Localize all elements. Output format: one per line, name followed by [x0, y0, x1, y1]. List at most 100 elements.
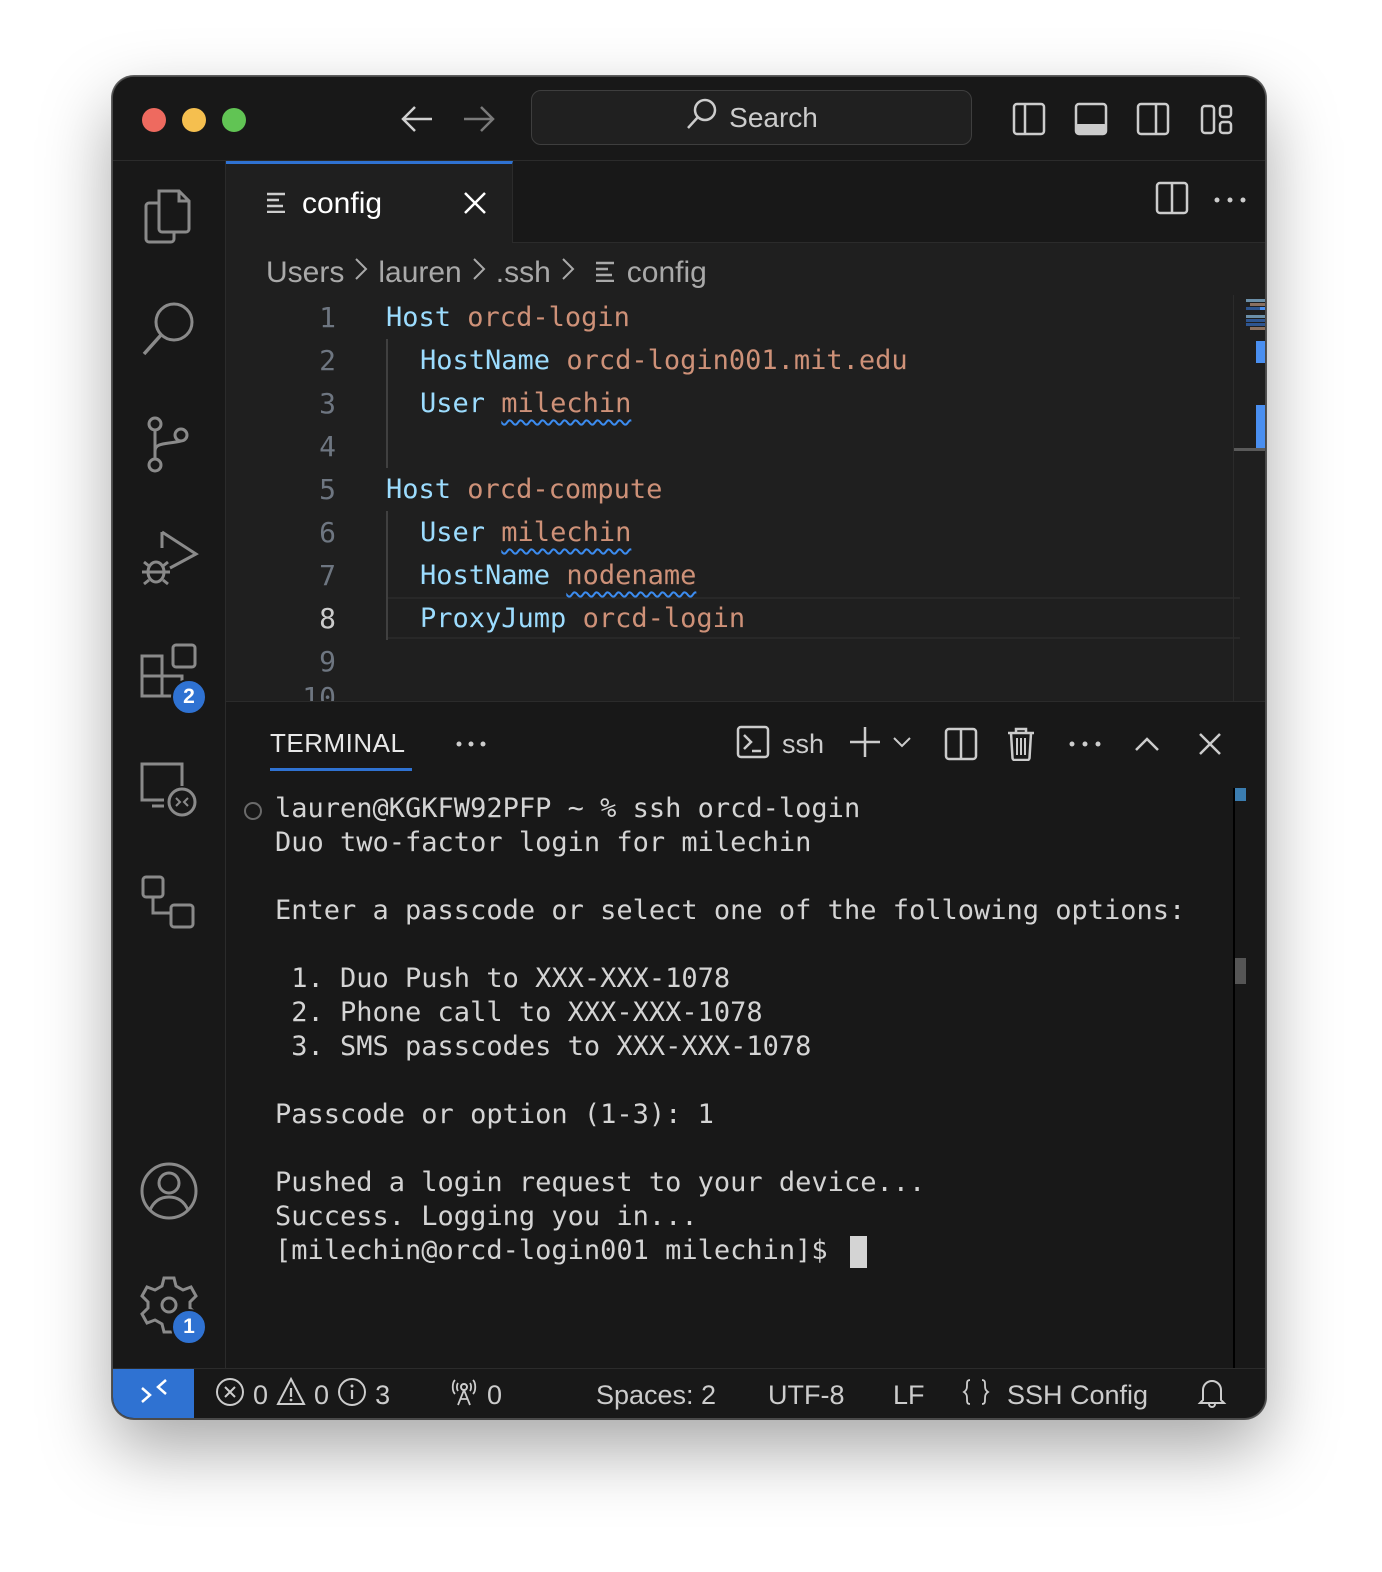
split-terminal-icon[interactable]	[944, 722, 978, 766]
command-center-search[interactable]: Search	[531, 90, 972, 145]
terminal-icon	[736, 725, 770, 764]
line-number: 8	[319, 602, 336, 635]
remote-explorer-icon	[138, 758, 200, 825]
more-actions-icon[interactable]	[1213, 192, 1247, 210]
activity-remote-explorer[interactable]	[133, 755, 205, 827]
line-number: 4	[319, 430, 336, 463]
trash-icon[interactable]	[1006, 722, 1036, 766]
indentation-indicator[interactable]: Spaces: 2	[596, 1369, 716, 1418]
eol-indicator[interactable]: LF	[893, 1369, 925, 1418]
terminal-line: [milechin@orcd-login001 milechin]$	[275, 1234, 867, 1268]
tab-terminal[interactable]: TERMINAL	[270, 728, 405, 759]
code-line[interactable]: 9	[226, 640, 1226, 683]
tab-config[interactable]: config	[226, 161, 513, 244]
line-number: 10	[302, 683, 336, 703]
code-line[interactable]: 6 User milechin	[226, 511, 1226, 554]
back-arrow-icon[interactable]	[397, 99, 437, 139]
terminal-name: ssh	[782, 728, 825, 759]
terminal-scrollbar[interactable]	[1233, 788, 1265, 1369]
minimap[interactable]	[1246, 297, 1265, 367]
problems-indicator[interactable]: 0 0 3	[215, 1369, 390, 1418]
code-line[interactable]: 1 Host orcd-login	[226, 296, 1226, 339]
broadcast-icon	[449, 1377, 479, 1414]
breadcrumb-item[interactable]: config	[627, 256, 707, 290]
breadcrumb-item[interactable]: .ssh	[496, 256, 551, 290]
toggle-panel-icon[interactable]	[1071, 99, 1111, 139]
code-line[interactable]: 4	[226, 425, 1226, 468]
maximize-panel-icon[interactable]	[1134, 722, 1160, 766]
chevron-down-icon[interactable]	[892, 735, 912, 754]
command-decoration-icon[interactable]	[244, 802, 262, 820]
maximize-window-button[interactable]	[222, 108, 246, 132]
chevron-right-icon	[472, 255, 486, 291]
code-line[interactable]: 3 User milechin	[226, 382, 1226, 425]
activity-accounts[interactable]	[133, 1157, 205, 1229]
panel-more-icon[interactable]	[451, 724, 491, 764]
more-actions-icon[interactable]	[1068, 722, 1102, 766]
breadcrumb: Users lauren .ssh config	[266, 251, 707, 295]
line-number: 5	[319, 473, 336, 506]
terminal-line: 3. SMS passcodes to XXX-XXX-1078	[275, 1030, 811, 1064]
terminal-output[interactable]: lauren@KGKFW92PFP ~ % ssh orcd-login Duo …	[226, 788, 1233, 1368]
code-line[interactable]: 8 ProxyJump orcd-login	[226, 597, 1226, 640]
title-bar: Search	[113, 77, 1265, 161]
terminal-line: 1. Duo Push to XXX-XXX-1078	[275, 962, 730, 996]
activity-explorer[interactable]	[133, 181, 205, 253]
code-line[interactable]: 7 HostName nodename	[226, 554, 1226, 597]
activity-ssh-hosts[interactable]	[133, 869, 205, 941]
activity-settings[interactable]: 1	[133, 1271, 207, 1345]
scrollbar-slider[interactable]	[1234, 448, 1265, 451]
close-window-button[interactable]	[142, 108, 166, 132]
activity-extensions[interactable]: 2	[133, 639, 207, 715]
code-line[interactable]: 10	[226, 683, 1226, 703]
minimize-window-button[interactable]	[182, 108, 206, 132]
terminal-panel: TERMINAL ssh lauren@KGKFW92PFP ~ % ssh o…	[226, 701, 1265, 1369]
config-keyword: HostName	[420, 345, 551, 376]
terminal-line-text: 1. Duo Push to XXX-XXX-1078	[275, 963, 731, 994]
editor-tab-bar: config	[226, 161, 1265, 244]
code-line[interactable]: 5 Host orcd-compute	[226, 468, 1226, 511]
remote-indicator[interactable]	[113, 1369, 194, 1418]
config-value: orcd-login	[467, 302, 630, 333]
terminal-line-text: lauren@KGKFW92PFP ~ % ssh orcd-login	[275, 793, 861, 824]
terminal-line-text: Pushed a login request to your device...	[275, 1167, 926, 1198]
scrollbar-slider[interactable]	[1235, 958, 1246, 984]
vscode-window: Search 2 1 config Users lauren .ssh conf…	[112, 76, 1266, 1419]
code-line[interactable]: 2 HostName orcd-login001.mit.edu	[226, 339, 1226, 382]
activity-run-debug[interactable]	[133, 525, 205, 597]
toggle-secondary-sidebar-icon[interactable]	[1133, 99, 1173, 139]
info-icon	[337, 1377, 367, 1414]
encoding-indicator[interactable]: UTF-8	[768, 1369, 845, 1418]
ports-indicator[interactable]: 0	[449, 1369, 503, 1418]
close-panel-icon[interactable]	[1198, 722, 1222, 766]
code-text: ProxyJump orcd-login	[420, 603, 745, 634]
split-editor-icon[interactable]	[1155, 181, 1189, 220]
customize-layout-icon[interactable]	[1197, 99, 1237, 139]
terminal-selector[interactable]: ssh	[736, 722, 824, 766]
toggle-primary-sidebar-icon[interactable]	[1009, 99, 1049, 139]
breadcrumb-item[interactable]: lauren	[378, 256, 461, 290]
language-mode-indicator[interactable]: SSH Config	[961, 1369, 1148, 1418]
config-value: orcd-compute	[467, 474, 663, 505]
notifications-button[interactable]	[1197, 1369, 1227, 1418]
forward-arrow-icon[interactable]	[459, 99, 499, 139]
breadcrumb-item[interactable]: Users	[266, 256, 344, 290]
line-number: 1	[319, 301, 336, 334]
terminal-cursor	[849, 1235, 867, 1268]
terminal-line-text: Duo two-factor login for milechin	[275, 827, 812, 858]
config-keyword: User	[420, 388, 486, 419]
ports-count: 0	[487, 1379, 503, 1410]
terminal-line: Passcode or option (1-3): 1	[275, 1098, 714, 1132]
activity-source-control[interactable]	[133, 411, 205, 483]
code-editor[interactable]: Users lauren .ssh config 1 Host orcd-logi…	[226, 243, 1265, 703]
terminal-line: Duo two-factor login for milechin	[275, 826, 811, 860]
terminal-line-text: [milechin@orcd-login001 milechin]$	[275, 1235, 844, 1266]
new-terminal-button[interactable]	[848, 722, 912, 766]
line-number: 9	[319, 645, 336, 678]
close-icon[interactable]	[458, 186, 492, 220]
warning-icon	[276, 1376, 306, 1414]
terminal-line: lauren@KGKFW92PFP ~ % ssh orcd-login	[275, 792, 860, 826]
code-text: Host orcd-compute	[386, 474, 662, 505]
activity-search[interactable]	[133, 295, 205, 367]
editor-actions	[1155, 181, 1247, 220]
